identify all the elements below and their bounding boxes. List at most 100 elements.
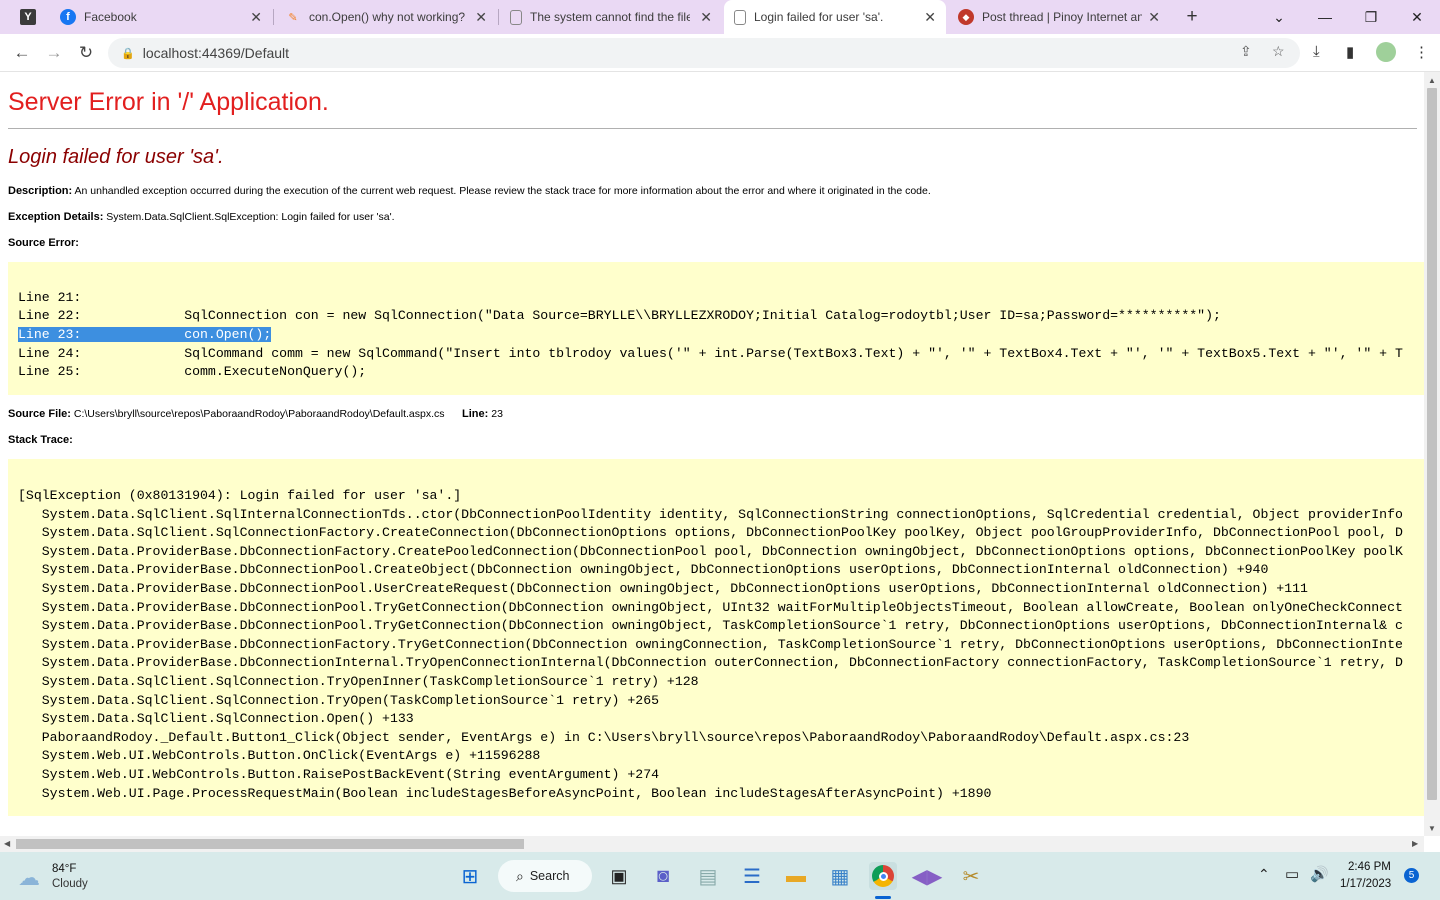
close-tab-icon[interactable]: ✕ [924, 9, 936, 26]
windows-taskbar: ☁ 84°F Cloudy ⊞ ⌕ Search ▣ ◙ ▤ ☰ ▬ ▦ ◀▶ … [0, 852, 1440, 900]
server-error-heading: Server Error in '/' Application. [8, 88, 329, 116]
tab-con-open[interactable]: ✎ con.Open() why not working? ✕ [275, 0, 497, 34]
page-content: Server Error in '/' Application. Login f… [0, 72, 1424, 836]
line-label: Line: [462, 408, 489, 420]
chat-icon[interactable]: ◙ [649, 862, 677, 890]
search-icon: ⌕ [516, 867, 524, 884]
tab-title: Post thread | Pinoy Internet and [982, 10, 1142, 24]
stack-trace-line: System.Data.ProviderBase.DbConnectionFac… [18, 543, 1403, 559]
description-text: An unhandled exception occurred during t… [74, 185, 931, 197]
sql-tools-icon[interactable]: ✂ [957, 862, 985, 890]
tab-title: con.Open() why not working? [309, 10, 466, 24]
forward-icon[interactable]: → [41, 40, 67, 66]
stack-trace-heading: Stack Trace: [8, 434, 73, 446]
stack-trace-line: System.Data.SqlClient.SqlInternalConnect… [18, 506, 1403, 522]
line-number: 23 [491, 408, 503, 420]
address-bar[interactable]: 🔒 localhost:44369/Default ⇪ ☆ [108, 38, 1300, 68]
file-explorer-icon[interactable]: ▬ [782, 862, 810, 890]
taskbar-search[interactable]: ⌕ Search [498, 860, 592, 892]
tab-post-thread[interactable]: ◆ Post thread | Pinoy Internet and ✕ [948, 0, 1170, 34]
weather-widget[interactable]: ☁ 84°F Cloudy [18, 861, 118, 893]
search-label: Search [529, 869, 570, 883]
scroll-left-arrow-icon[interactable]: ◀ [4, 839, 10, 848]
stack-trace-line: System.Data.SqlClient.SqlConnection.TryO… [18, 692, 660, 708]
stack-trace-label: Stack Trace: [8, 434, 73, 446]
tab-title: The system cannot find the file [530, 10, 690, 24]
cloud-icon: ☁ [18, 865, 40, 890]
source-file-info: Source File: C:\Users\bryll\source\repos… [8, 408, 503, 420]
new-tab-button[interactable]: + [1180, 6, 1204, 28]
code-line: Line 22: SqlConnection con = new SqlConn… [18, 308, 1221, 323]
reload-icon[interactable]: ↻ [73, 40, 99, 66]
tab-facebook[interactable]: f Facebook ✕ [50, 0, 272, 34]
scroll-right-arrow-icon[interactable]: ▶ [1412, 839, 1418, 848]
code-line: Line 21: [18, 290, 82, 305]
back-icon[interactable]: ← [9, 40, 35, 66]
source-error-heading: Source Error: [8, 237, 79, 249]
stack-trace-line: System.Data.SqlClient.SqlConnection.Open… [18, 711, 414, 727]
yahoo-app-icon[interactable]: Y [20, 9, 36, 25]
start-icon[interactable]: ⊞ [456, 862, 484, 890]
task-view-icon[interactable]: ▣ [605, 862, 633, 890]
control-panel-icon[interactable]: ▦ [826, 862, 854, 890]
stack-trace-line: System.Web.UI.Page.ProcessRequestMain(Bo… [18, 785, 992, 801]
tab-system-cannot-find[interactable]: The system cannot find the file ✕ [500, 0, 722, 34]
tab-title: Login failed for user 'sa'. [754, 10, 884, 24]
stack-trace-line: System.Web.UI.WebControls.Button.OnClick… [18, 748, 541, 764]
clock-date[interactable]: 1/17/2023 [1340, 878, 1391, 890]
visual-studio-icon[interactable]: ◀▶ [912, 862, 943, 890]
horizontal-scroll-thumb[interactable] [16, 839, 524, 849]
chrome-active-indicator [875, 896, 891, 899]
tab-login-failed[interactable]: Login failed for user 'sa'. ✕ [724, 0, 946, 34]
close-window-icon[interactable]: ✕ [1394, 0, 1440, 34]
tab-search-icon[interactable]: ⌄ [1256, 0, 1302, 34]
show-hidden-icons[interactable]: ⌃ [1258, 866, 1270, 883]
scroll-down-arrow-icon[interactable]: ▼ [1428, 824, 1436, 833]
network-icon[interactable]: ▭ [1285, 865, 1299, 883]
share-icon[interactable]: ⇪ [1240, 43, 1252, 60]
restore-icon[interactable]: ❐ [1348, 0, 1394, 34]
stack-trace-line: System.Data.ProviderBase.DbConnectionPoo… [18, 562, 1269, 578]
stack-trace-line: System.Data.ProviderBase.DbConnectionPoo… [18, 618, 1403, 634]
exception-details: Exception Details: System.Data.SqlClient… [8, 211, 395, 223]
profile-avatar-icon[interactable] [1376, 42, 1396, 62]
volume-icon[interactable]: 🔊 [1310, 865, 1329, 883]
notification-badge[interactable]: 5 [1404, 868, 1419, 883]
window-controls: ⌄ — ❐ ✕ [1256, 0, 1440, 34]
close-tab-icon[interactable]: ✕ [1148, 9, 1160, 26]
close-tab-icon[interactable]: ✕ [250, 9, 262, 26]
horizontal-scrollbar[interactable]: ◀ ▶ [0, 836, 1424, 852]
tab-strip: Y f Facebook ✕ ✎ con.Open() why not work… [0, 0, 1440, 34]
vertical-scroll-thumb[interactable] [1427, 88, 1437, 800]
scroll-up-arrow-icon[interactable]: ▲ [1428, 76, 1436, 85]
download-icon[interactable]: ⤓ [1313, 43, 1320, 60]
stack-trace-line: System.Data.ProviderBase.DbConnectionPoo… [18, 581, 1308, 596]
stack-trace-line: System.Web.UI.WebControls.Button.RaisePo… [18, 767, 660, 782]
page-icon [510, 9, 522, 25]
stack-trace-line: System.Data.ProviderBase.DbConnectionInt… [18, 655, 1403, 671]
app-icon[interactable]: ▤ [694, 862, 722, 890]
stack-trace-line: [SqlException (0x80131904): Login failed… [18, 488, 462, 503]
minimize-icon[interactable]: — [1302, 0, 1348, 34]
side-panel-icon[interactable]: ▮ [1346, 43, 1354, 61]
close-tab-icon[interactable]: ✕ [700, 9, 712, 26]
description-label: Description: [8, 185, 73, 197]
close-tab-icon[interactable]: ✕ [475, 9, 487, 26]
vertical-scrollbar[interactable]: ▲ ▼ [1424, 72, 1440, 836]
bookmark-star-icon[interactable]: ☆ [1272, 43, 1285, 60]
url-text[interactable]: localhost:44369/Default [143, 45, 289, 61]
stack-trace-line: System.Data.SqlClient.SqlConnection.TryO… [18, 674, 699, 689]
stack-trace-line: System.Data.SqlClient.SqlConnectionFacto… [18, 525, 1403, 541]
stack-trace-line: PaboraandRodoy._Default.Button1_Click(Ob… [18, 729, 1190, 745]
weather-temp: 84°F [52, 863, 77, 875]
divider [8, 128, 1417, 129]
stack-trace-line: System.Data.ProviderBase.DbConnectionPoo… [18, 599, 1403, 615]
description: Description: An unhandled exception occu… [8, 185, 931, 197]
clock-time[interactable]: 2:46 PM [1348, 861, 1391, 873]
source-file-path: C:\Users\bryll\source\repos\PaboraandRod… [73, 408, 445, 420]
facebook-icon: f [60, 9, 76, 25]
notepad-icon[interactable]: ☰ [738, 862, 766, 890]
chrome-icon[interactable] [869, 862, 897, 890]
menu-icon[interactable]: ⋮ [1414, 43, 1429, 61]
lock-icon[interactable]: 🔒 [121, 47, 135, 60]
